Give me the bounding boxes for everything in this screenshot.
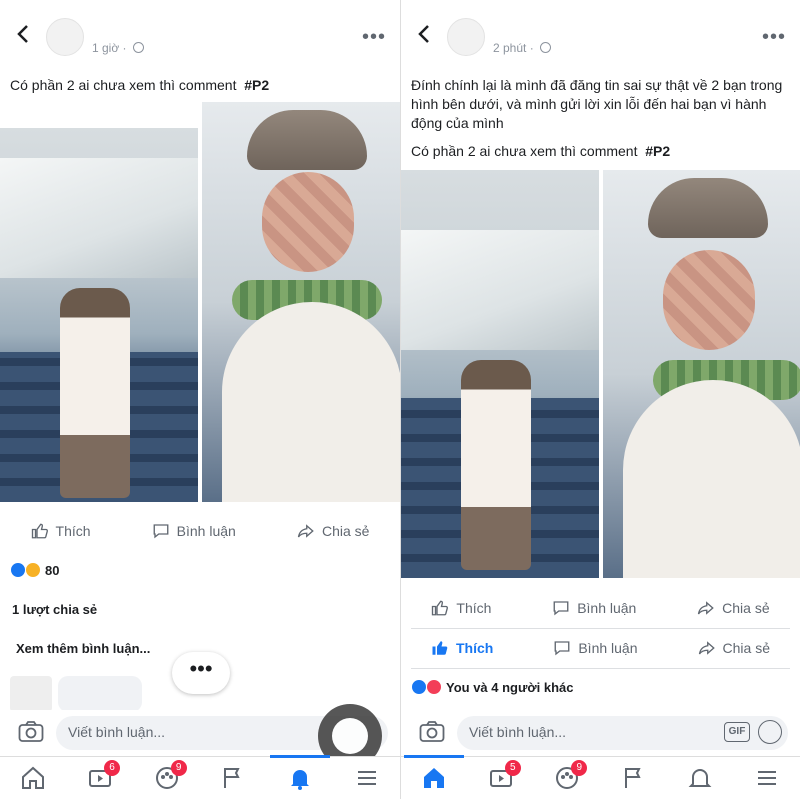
post-time: 2 phút · [493, 41, 552, 55]
comment-button[interactable]: Bình luận [152, 522, 236, 540]
more-options-icon[interactable]: ••• [762, 26, 786, 49]
camera-icon[interactable] [419, 721, 445, 743]
hashtag-link[interactable]: #P2 [645, 143, 670, 159]
nav-groups[interactable]: 9 [547, 758, 588, 798]
nav-pages[interactable] [614, 758, 654, 798]
camera-icon[interactable] [18, 721, 44, 743]
groups-badge: 9 [170, 760, 187, 776]
share-arrow-icon [697, 601, 714, 615]
post-header: 2 phút · ••• [401, 16, 800, 66]
like-button[interactable]: Thích [31, 522, 91, 540]
hamburger-menu-icon [757, 771, 776, 785]
post-photo-cabin[interactable] [0, 128, 198, 502]
home-icon [424, 768, 445, 788]
left-post-screenshot: 1 giờ · ••• Có phần 2 ai chưa xem thì co… [0, 0, 400, 799]
post-photo-cabin[interactable] [401, 170, 599, 578]
comment-icon [554, 641, 570, 656]
post-photo-crew[interactable] [603, 170, 800, 578]
nav-home[interactable] [13, 758, 53, 798]
share-button[interactable]: Chia sẻ [297, 522, 369, 540]
post-actions: Thích Bình luận Chia sẻ [0, 512, 400, 550]
globe-icon [540, 42, 552, 53]
flag-icon [624, 768, 641, 788]
avatar[interactable] [447, 18, 485, 56]
share-count[interactable]: 1 lượt chia sẻ [12, 602, 97, 617]
shared-post-caption: Có phần 2 ai chưa xem thì comment #P2 [411, 143, 671, 159]
post-header: 1 giờ · ••• [0, 16, 400, 66]
like-button[interactable]: Thích [431, 599, 491, 617]
share-button[interactable]: Chia sẻ [697, 599, 770, 617]
like-button-active[interactable]: Thích [431, 639, 493, 657]
nav-groups[interactable]: 9 [147, 758, 187, 798]
post-photo-crew[interactable] [202, 102, 400, 502]
comment-bubble[interactable] [58, 676, 142, 712]
nav-notifications[interactable] [269, 755, 330, 798]
comment-icon [553, 601, 569, 616]
share-button[interactable]: Chia sẻ [698, 639, 770, 657]
hamburger-menu-icon [357, 771, 376, 785]
comment-button[interactable]: Bình luận [553, 639, 638, 657]
love-reaction-icon [426, 679, 442, 695]
comment-button[interactable]: Bình luận [552, 599, 636, 617]
share-arrow-icon [698, 641, 715, 655]
reaction-summary[interactable]: You và 4 người khác [411, 679, 574, 695]
shared-post-actions: Thích Bình luận Chia sẻ [401, 589, 800, 627]
more-options-icon[interactable]: ••• [362, 26, 386, 49]
like-reaction-icon [411, 679, 427, 695]
like-reaction-icon [10, 562, 26, 578]
gif-button[interactable]: GIF [724, 722, 750, 742]
back-arrow-icon[interactable] [12, 22, 36, 46]
reaction-summary[interactable]: 80 [10, 562, 59, 578]
haha-reaction-icon [25, 562, 41, 578]
nav-watch[interactable]: 5 [481, 758, 521, 798]
nav-pages[interactable] [213, 758, 253, 798]
comment-icon [153, 524, 169, 539]
bottom-navbar: 5 9 [401, 755, 800, 799]
share-arrow-icon [297, 524, 314, 538]
post-correction-text: Đính chính lại là mình đã đăng tin sai s… [411, 77, 783, 131]
watch-badge: 6 [103, 760, 120, 776]
watch-badge: 5 [504, 760, 521, 776]
emoji-icon[interactable] [758, 720, 782, 744]
thumbs-up-filled-icon [432, 641, 448, 655]
home-icon [22, 766, 45, 789]
avatar[interactable] [46, 18, 84, 56]
nav-menu[interactable] [347, 758, 387, 798]
post-caption: Có phần 2 ai chưa xem thì comment #P2 [10, 77, 270, 93]
post-time: 1 giờ · [92, 41, 144, 55]
groups-badge: 9 [571, 760, 588, 776]
bottom-navbar: 6 9 [0, 755, 400, 799]
commenter-avatar[interactable] [10, 676, 52, 712]
actions-divider [411, 668, 790, 669]
bell-icon [688, 769, 712, 787]
nav-home[interactable] [404, 755, 465, 798]
view-more-comments[interactable]: Xem thêm bình luận... [16, 641, 150, 656]
nav-notifications[interactable] [680, 758, 720, 798]
typing-indicator: ••• [172, 652, 230, 694]
thumbs-up-icon [31, 523, 48, 539]
back-arrow-icon[interactable] [413, 22, 437, 46]
hashtag-link[interactable]: #P2 [244, 77, 269, 93]
thumbs-up-icon [432, 600, 449, 616]
right-post-screenshot: 2 phút · ••• Đính chính lại là mình đã đ… [400, 0, 800, 799]
bell-icon [290, 770, 309, 790]
nav-watch[interactable]: 6 [80, 758, 120, 798]
nav-menu[interactable] [747, 758, 787, 798]
globe-icon [132, 42, 144, 53]
post-actions: Thích Bình luận Chia sẻ [401, 629, 800, 667]
flag-icon [224, 768, 240, 788]
comment-composer: Viết bình luận... GIF [401, 710, 800, 756]
